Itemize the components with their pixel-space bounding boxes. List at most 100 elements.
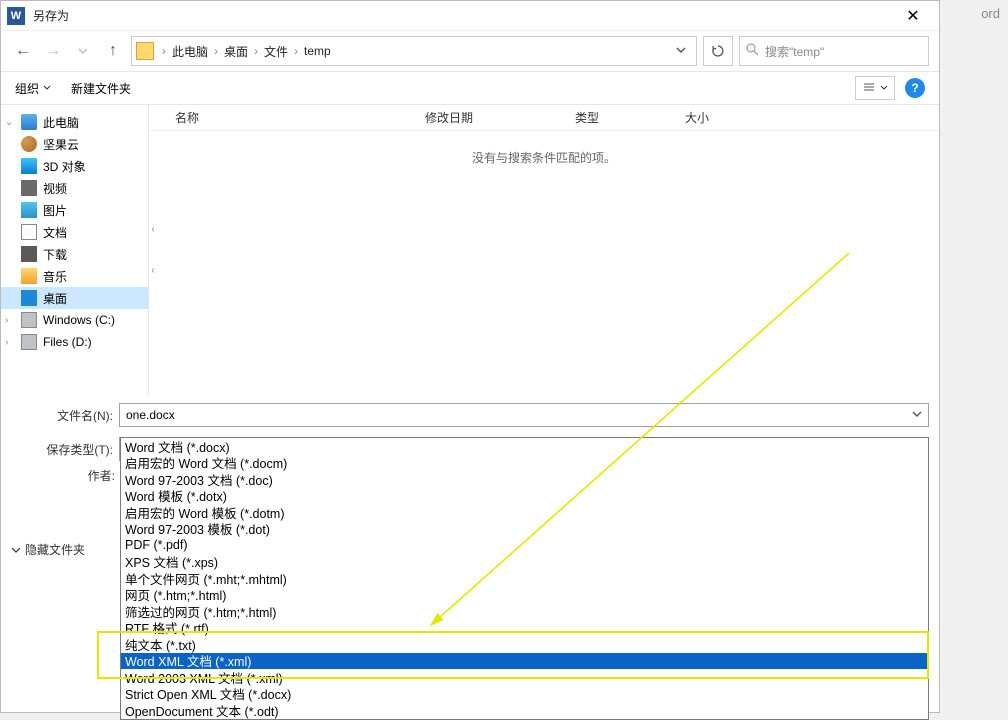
- chevron-right-icon: ›: [250, 44, 262, 58]
- sidebar-item-label: 桌面: [43, 290, 67, 307]
- main-split: ⌄此电脑坚果云 3D 对象视频图片文档下载音乐桌面 › Windows (C:) ›Fi…: [1, 105, 939, 395]
- authors-label: 作者:: [73, 467, 119, 484]
- filetype-option[interactable]: 筛选过的网页 (*.htm;*.html): [121, 603, 928, 620]
- col-name[interactable]: 名称: [169, 109, 419, 126]
- chevron-right-icon: ›: [158, 44, 170, 58]
- tree-expand-icon[interactable]: ⌄: [5, 117, 13, 128]
- close-button[interactable]: ✕: [893, 6, 933, 26]
- hide-folders-toggle[interactable]: 隐藏文件夹: [11, 541, 85, 558]
- sidebar-item[interactable]: 视频: [1, 177, 148, 199]
- sidebar-item-label: 视频: [43, 180, 67, 197]
- sidebar-item-label: 文档: [43, 224, 67, 241]
- chevron-down-icon[interactable]: [912, 408, 922, 422]
- filetype-option[interactable]: 启用宏的 Word 文档 (*.docm): [121, 455, 928, 472]
- breadcrumb-files[interactable]: 文件: [262, 43, 290, 60]
- file-list-area: ‹‹ 名称 修改日期 类型 大小 没有与搜索条件匹配的项。: [149, 105, 939, 395]
- sidebar-item[interactable]: 桌面: [1, 287, 148, 309]
- filetype-option[interactable]: Word 2003 XML 文档 (*.xml): [121, 669, 928, 686]
- filetype-option[interactable]: XPS 文档 (*.xps): [121, 554, 928, 571]
- col-type[interactable]: 类型: [569, 109, 679, 126]
- sidebar-item-icon: [21, 136, 37, 152]
- sidebar-item-label: 音乐: [43, 268, 67, 285]
- breadcrumb-pc[interactable]: 此电脑: [170, 43, 210, 60]
- background-app-fragment: ord: [973, 6, 1008, 21]
- breadcrumb-temp[interactable]: temp: [302, 44, 333, 58]
- sidebar-item[interactable]: 文档: [1, 221, 148, 243]
- filename-row: 文件名(N): one.docx: [1, 401, 939, 429]
- search-icon: [746, 43, 759, 59]
- sidebar-item-icon: [21, 180, 37, 196]
- chevron-down-icon: [880, 84, 888, 92]
- search-placeholder: 搜索"temp": [765, 43, 824, 60]
- chevron-down-icon: [43, 84, 51, 92]
- forward-button[interactable]: →: [41, 39, 65, 63]
- help-button[interactable]: ?: [905, 78, 925, 98]
- toolbar: 组织 新建文件夹 ?: [1, 71, 939, 105]
- sidebar-item-icon: [21, 114, 37, 130]
- folder-icon: [136, 42, 154, 60]
- view-options-button[interactable]: [855, 76, 895, 100]
- sidebar-item[interactable]: ⌄此电脑: [1, 111, 148, 133]
- splitter-handle[interactable]: ‹‹: [149, 105, 157, 395]
- filetype-option[interactable]: Word 97-2003 文档 (*.doc): [121, 471, 928, 488]
- sidebar-item-icon: [21, 224, 37, 240]
- search-input[interactable]: 搜索"temp": [739, 36, 929, 66]
- tree-expand-icon[interactable]: ›: [5, 337, 8, 348]
- list-view-icon: [863, 82, 875, 94]
- col-modified[interactable]: 修改日期: [419, 109, 569, 126]
- new-folder-button[interactable]: 新建文件夹: [71, 80, 131, 97]
- filetype-option[interactable]: Word 文档 (*.docx): [121, 438, 928, 455]
- sidebar-item-icon: [21, 290, 37, 306]
- address-dropdown-icon[interactable]: [670, 44, 692, 58]
- empty-message: 没有与搜索条件匹配的项。: [149, 131, 939, 166]
- word-app-icon: W: [7, 7, 25, 25]
- breadcrumb-desktop[interactable]: 桌面: [222, 43, 250, 60]
- up-button[interactable]: ↑: [101, 39, 125, 63]
- filetype-option[interactable]: Word XML 文档 (*.xml): [121, 653, 928, 670]
- filetype-option[interactable]: 纯文本 (*.txt): [121, 636, 928, 653]
- filetype-option[interactable]: 网页 (*.htm;*.html): [121, 587, 928, 604]
- sidebar-item[interactable]: › Windows (C:): [1, 309, 148, 331]
- sidebar-item-icon: [21, 246, 37, 262]
- filetype-option[interactable]: Word 模板 (*.dotx): [121, 488, 928, 505]
- filename-input[interactable]: one.docx: [119, 403, 929, 427]
- filetype-option[interactable]: RTF 格式 (*.rtf): [121, 620, 928, 637]
- sidebar-item-icon: [21, 268, 37, 284]
- sidebar-item-label: 下载: [43, 246, 67, 263]
- chevron-right-icon: ›: [210, 44, 222, 58]
- dialog-title: 另存为: [33, 7, 893, 24]
- sidebar-item-icon: [21, 202, 37, 218]
- sidebar-item[interactable]: 图片: [1, 199, 148, 221]
- filetype-option[interactable]: PDF (*.pdf): [121, 537, 928, 554]
- filetype-option[interactable]: 单个文件网页 (*.mht;*.mhtml): [121, 570, 928, 587]
- sidebar-item[interactable]: ›Files (D:): [1, 331, 148, 353]
- filetype-option[interactable]: Strict Open XML 文档 (*.docx): [121, 686, 928, 703]
- filename-label: 文件名(N):: [1, 407, 119, 424]
- organize-menu[interactable]: 组织: [15, 80, 51, 97]
- sidebar: ⌄此电脑坚果云 3D 对象视频图片文档下载音乐桌面 › Windows (C:) ›Fi…: [1, 105, 149, 395]
- sidebar-item[interactable]: 坚果云: [1, 133, 148, 155]
- chevron-right-icon: ›: [290, 44, 302, 58]
- filetype-option[interactable]: 启用宏的 Word 模板 (*.dotm): [121, 504, 928, 521]
- filetype-label: 保存类型(T):: [1, 441, 119, 458]
- filetype-option[interactable]: OpenDocument 文本 (*.odt): [121, 702, 928, 719]
- chevron-down-icon: [11, 545, 21, 555]
- back-button[interactable]: ←: [11, 39, 35, 63]
- recent-dropdown[interactable]: [71, 39, 95, 63]
- sidebar-item-icon: [21, 334, 37, 350]
- tree-expand-icon[interactable]: ›: [5, 315, 8, 326]
- list-header: 名称 修改日期 类型 大小: [149, 105, 939, 131]
- address-bar[interactable]: › 此电脑 › 桌面 › 文件 › temp: [131, 36, 697, 66]
- sidebar-item-label: Windows (C:): [43, 313, 115, 327]
- refresh-button[interactable]: [703, 36, 733, 66]
- sidebar-item-label: 坚果云: [43, 136, 79, 153]
- filetype-options-list[interactable]: Word 文档 (*.docx)启用宏的 Word 文档 (*.docm)Wor…: [120, 437, 929, 720]
- col-size[interactable]: 大小: [679, 109, 759, 126]
- sidebar-item[interactable]: 下载: [1, 243, 148, 265]
- titlebar: W 另存为 ✕: [1, 1, 939, 31]
- filetype-option[interactable]: Word 97-2003 模板 (*.dot): [121, 521, 928, 538]
- sidebar-item[interactable]: 3D 对象: [1, 155, 148, 177]
- sidebar-item[interactable]: 音乐: [1, 265, 148, 287]
- sidebar-item-icon: [21, 312, 37, 328]
- sidebar-item-label: 3D 对象: [43, 158, 86, 175]
